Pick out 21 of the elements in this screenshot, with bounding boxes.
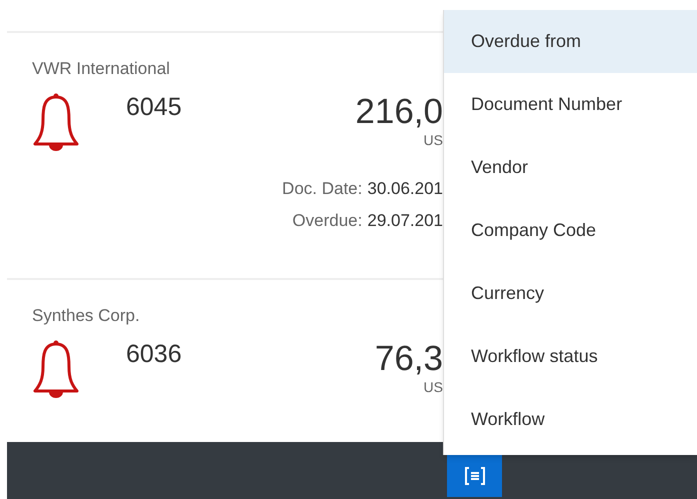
- detail-value: 30.06.201: [367, 178, 443, 200]
- vendor-name: Synthes Corp.: [32, 305, 141, 327]
- amount: 76,3: [374, 339, 443, 379]
- menu-item[interactable]: Company Code: [444, 199, 697, 262]
- currency: US: [424, 132, 443, 148]
- list-icon: [464, 467, 484, 485]
- sort-button[interactable]: [447, 455, 502, 497]
- menu-item[interactable]: Workflow status: [444, 325, 697, 388]
- vendor-name: VWR International: [32, 58, 171, 80]
- menu-item[interactable]: Vendor: [444, 136, 697, 199]
- menu-item[interactable]: Document Number: [444, 73, 697, 136]
- menu-item[interactable]: Overdue from: [444, 10, 697, 73]
- detail-value: 29.07.201: [367, 210, 443, 232]
- detail-label: Overdue:: [292, 210, 362, 232]
- menu-item[interactable]: Currency: [444, 262, 697, 325]
- document-number: 6045: [126, 92, 182, 122]
- document-number: 6036: [126, 339, 182, 369]
- currency: US: [424, 379, 443, 395]
- amount: 216,0: [355, 92, 443, 132]
- detail-label: Doc. Date:: [282, 178, 362, 200]
- menu-item[interactable]: Workflow: [444, 388, 697, 451]
